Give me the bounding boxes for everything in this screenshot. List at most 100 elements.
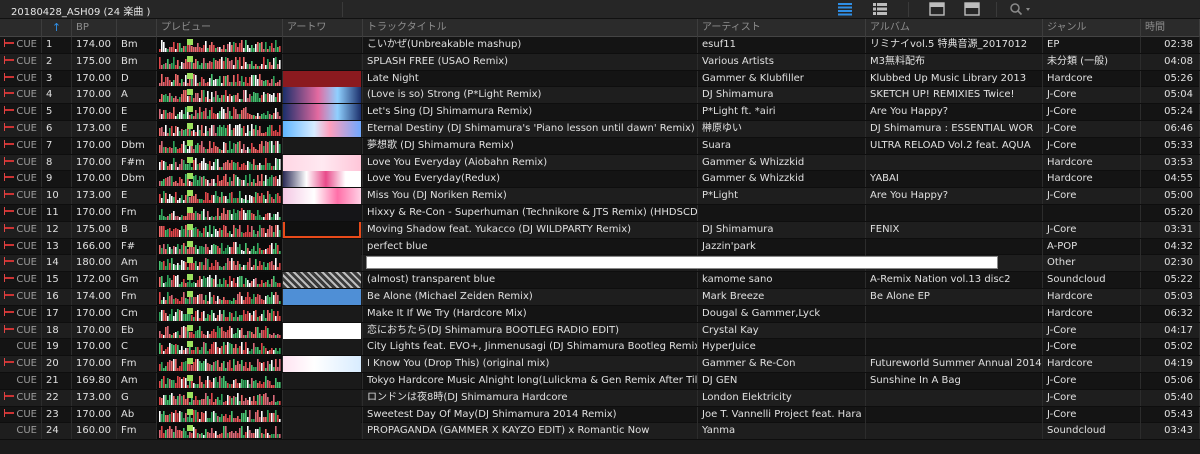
bpm-cell[interactable]: 170.00 bbox=[72, 104, 117, 121]
key-cell[interactable]: Fm bbox=[117, 288, 157, 305]
album-cell[interactable]: リミナイvol.5 特典音源_2017012 bbox=[866, 37, 1043, 53]
time-cell[interactable]: 05:33 bbox=[1141, 137, 1200, 154]
key-cell[interactable]: Eb bbox=[117, 322, 157, 339]
genre-cell[interactable]: Hardcore bbox=[1043, 356, 1141, 373]
time-cell[interactable]: 05:40 bbox=[1141, 389, 1200, 406]
cue-cell[interactable]: CUE bbox=[0, 238, 42, 255]
key-cell[interactable]: Cm bbox=[117, 305, 157, 322]
bpm-cell[interactable]: 175.00 bbox=[72, 221, 117, 238]
track-row[interactable]: CUE 15 172.00 Gm (almost) transparent blue ka… bbox=[0, 272, 1200, 289]
artist-cell[interactable]: HyperJuice bbox=[698, 339, 866, 356]
album-cell[interactable]: ULTRA RELOAD Vol.2 feat. AQUA bbox=[866, 137, 1043, 154]
bpm-cell[interactable]: 170.00 bbox=[72, 339, 117, 356]
cue-cell[interactable]: CUE bbox=[0, 53, 42, 70]
album-cell[interactable] bbox=[866, 406, 1043, 423]
track-title[interactable]: 夢想歌 (DJ Shimamura Remix) bbox=[363, 137, 698, 154]
cue-cell[interactable]: CUE bbox=[0, 372, 42, 389]
cue-cell[interactable]: CUE bbox=[0, 305, 42, 322]
artist-cell[interactable]: Joe T. Vannelli Project feat. Hara bbox=[698, 406, 866, 423]
bpm-cell[interactable]: 174.00 bbox=[72, 37, 117, 53]
artwork-view-icon[interactable] bbox=[929, 2, 945, 16]
cue-cell[interactable]: CUE bbox=[0, 389, 42, 406]
cue-cell[interactable]: CUE bbox=[0, 204, 42, 221]
track-row[interactable]: CUE 24 160.00 Fm PROPAGANDA (GAMMER X KAYZO … bbox=[0, 423, 1200, 441]
column-header-artist[interactable]: アーティスト bbox=[698, 19, 866, 37]
album-cell[interactable] bbox=[866, 339, 1043, 356]
bpm-cell[interactable]: 175.00 bbox=[72, 53, 117, 70]
album-cell[interactable] bbox=[866, 238, 1043, 255]
key-cell[interactable]: G bbox=[117, 389, 157, 406]
bpm-cell[interactable]: 170.00 bbox=[72, 322, 117, 339]
cue-cell[interactable]: CUE bbox=[0, 322, 42, 339]
album-cell[interactable] bbox=[866, 389, 1043, 406]
key-cell[interactable]: Fm bbox=[117, 423, 157, 440]
bpm-cell[interactable]: 173.00 bbox=[72, 120, 117, 137]
key-cell[interactable]: D bbox=[117, 70, 157, 87]
bpm-cell[interactable]: 169.80 bbox=[72, 372, 117, 389]
key-cell[interactable]: Gm bbox=[117, 272, 157, 289]
album-cell[interactable]: DJ Shimamura : ESSENTIAL WOR bbox=[866, 120, 1043, 137]
genre-cell[interactable]: J-Core bbox=[1043, 120, 1141, 137]
cue-cell[interactable]: CUE bbox=[0, 288, 42, 305]
genre-cell[interactable]: J-Core bbox=[1043, 221, 1141, 238]
artist-cell[interactable]: Dougal & Gammer,Lyck bbox=[698, 305, 866, 322]
time-cell[interactable]: 05:20 bbox=[1141, 204, 1200, 221]
genre-cell[interactable]: J-Core bbox=[1043, 339, 1141, 356]
list-view-icon[interactable] bbox=[837, 2, 853, 16]
track-number[interactable]: 20 bbox=[42, 356, 72, 373]
track-row[interactable]: CUE 16 174.00 Fm Be Alone (Michael Zeiden Re… bbox=[0, 288, 1200, 306]
column-header-preview[interactable]: プレビュー bbox=[157, 19, 283, 37]
artist-cell[interactable]: Gammer & Klubfiller bbox=[698, 70, 866, 87]
time-cell[interactable]: 04:19 bbox=[1141, 356, 1200, 373]
key-cell[interactable]: E bbox=[117, 188, 157, 205]
track-number[interactable]: 10 bbox=[42, 188, 72, 205]
column-header-time[interactable]: 時間 bbox=[1141, 19, 1200, 37]
cue-cell[interactable]: CUE bbox=[0, 154, 42, 171]
time-cell[interactable]: 02:30 bbox=[1141, 255, 1200, 272]
track-row[interactable]: CUE 3 170.00 D Late Night Gammer & Klubfiller… bbox=[0, 70, 1200, 88]
artist-cell[interactable]: Gammer & Whizzkid bbox=[698, 154, 866, 171]
artist-cell[interactable]: Suara bbox=[698, 137, 866, 154]
split-view-icon[interactable] bbox=[964, 2, 980, 16]
genre-cell[interactable]: Hardcore bbox=[1043, 70, 1141, 87]
track-row[interactable]: CUE 22 173.00 G ロンドンは夜8時(DJ Shimamura Hardco… bbox=[0, 389, 1200, 407]
track-row[interactable]: CUE 14 180.00 Am Other 02:30 bbox=[0, 255, 1200, 273]
artist-cell[interactable]: 榊原ゆい bbox=[698, 120, 866, 137]
cue-cell[interactable]: CUE bbox=[0, 171, 42, 188]
track-row[interactable]: CUE 17 170.00 Cm Make It If We Try (Hardcore… bbox=[0, 305, 1200, 323]
cue-cell[interactable]: CUE bbox=[0, 356, 42, 373]
time-cell[interactable]: 05:02 bbox=[1141, 339, 1200, 356]
cue-cell[interactable]: CUE bbox=[0, 272, 42, 289]
track-number[interactable]: 13 bbox=[42, 238, 72, 255]
cue-cell[interactable]: CUE bbox=[0, 137, 42, 154]
track-title[interactable]: Love You Everyday(Redux) bbox=[363, 171, 698, 188]
detail-list-icon[interactable] bbox=[872, 2, 888, 16]
track-row[interactable]: CUE 10 173.00 E Miss You (DJ Noriken Remix) P… bbox=[0, 188, 1200, 205]
track-number[interactable]: 23 bbox=[42, 406, 72, 423]
track-title[interactable]: Sweetest Day Of May(DJ Shimamura 2014 Re… bbox=[363, 406, 698, 423]
album-cell[interactable]: Sunshine In A Bag bbox=[866, 372, 1043, 389]
album-cell[interactable]: SKETCH UP! REMIXIES Twice! bbox=[866, 87, 1043, 104]
column-header-cue[interactable] bbox=[0, 19, 42, 37]
track-title[interactable]: Let's Sing (DJ Shimamura Remix) bbox=[363, 104, 698, 121]
track-row[interactable]: CUE 12 175.00 B Moving Shadow feat. Yukacco … bbox=[0, 221, 1200, 239]
genre-cell[interactable]: Hardcore bbox=[1043, 288, 1141, 305]
artist-cell[interactable]: Gammer & Re-Con bbox=[698, 356, 866, 373]
track-number[interactable]: 2 bbox=[42, 53, 72, 70]
track-row[interactable]: CUE 18 170.00 Eb 恋におちたら(DJ Shimamura BOOTLEG… bbox=[0, 322, 1200, 340]
bpm-cell[interactable]: 170.00 bbox=[72, 87, 117, 104]
track-row[interactable]: CUE 5 170.00 E Let's Sing (DJ Shimamura Remi… bbox=[0, 104, 1200, 121]
genre-cell[interactable]: J-Core bbox=[1043, 389, 1141, 406]
track-title[interactable]: SPLASH FREE (USAO Remix) bbox=[363, 53, 698, 70]
track-number[interactable]: 18 bbox=[42, 322, 72, 339]
track-number[interactable]: 6 bbox=[42, 120, 72, 137]
search-icon[interactable] bbox=[1009, 2, 1035, 16]
album-cell[interactable]: FENIX bbox=[866, 221, 1043, 238]
key-cell[interactable]: Fm bbox=[117, 204, 157, 221]
genre-cell[interactable]: 未分類 (一般) bbox=[1043, 53, 1141, 70]
cue-cell[interactable]: CUE bbox=[0, 37, 42, 53]
genre-cell[interactable]: EP bbox=[1043, 37, 1141, 53]
column-header-genre[interactable]: ジャンル bbox=[1043, 19, 1141, 37]
track-title[interactable]: Moving Shadow feat. Yukacco (DJ WILDPART… bbox=[363, 221, 698, 238]
track-number[interactable]: 17 bbox=[42, 305, 72, 322]
